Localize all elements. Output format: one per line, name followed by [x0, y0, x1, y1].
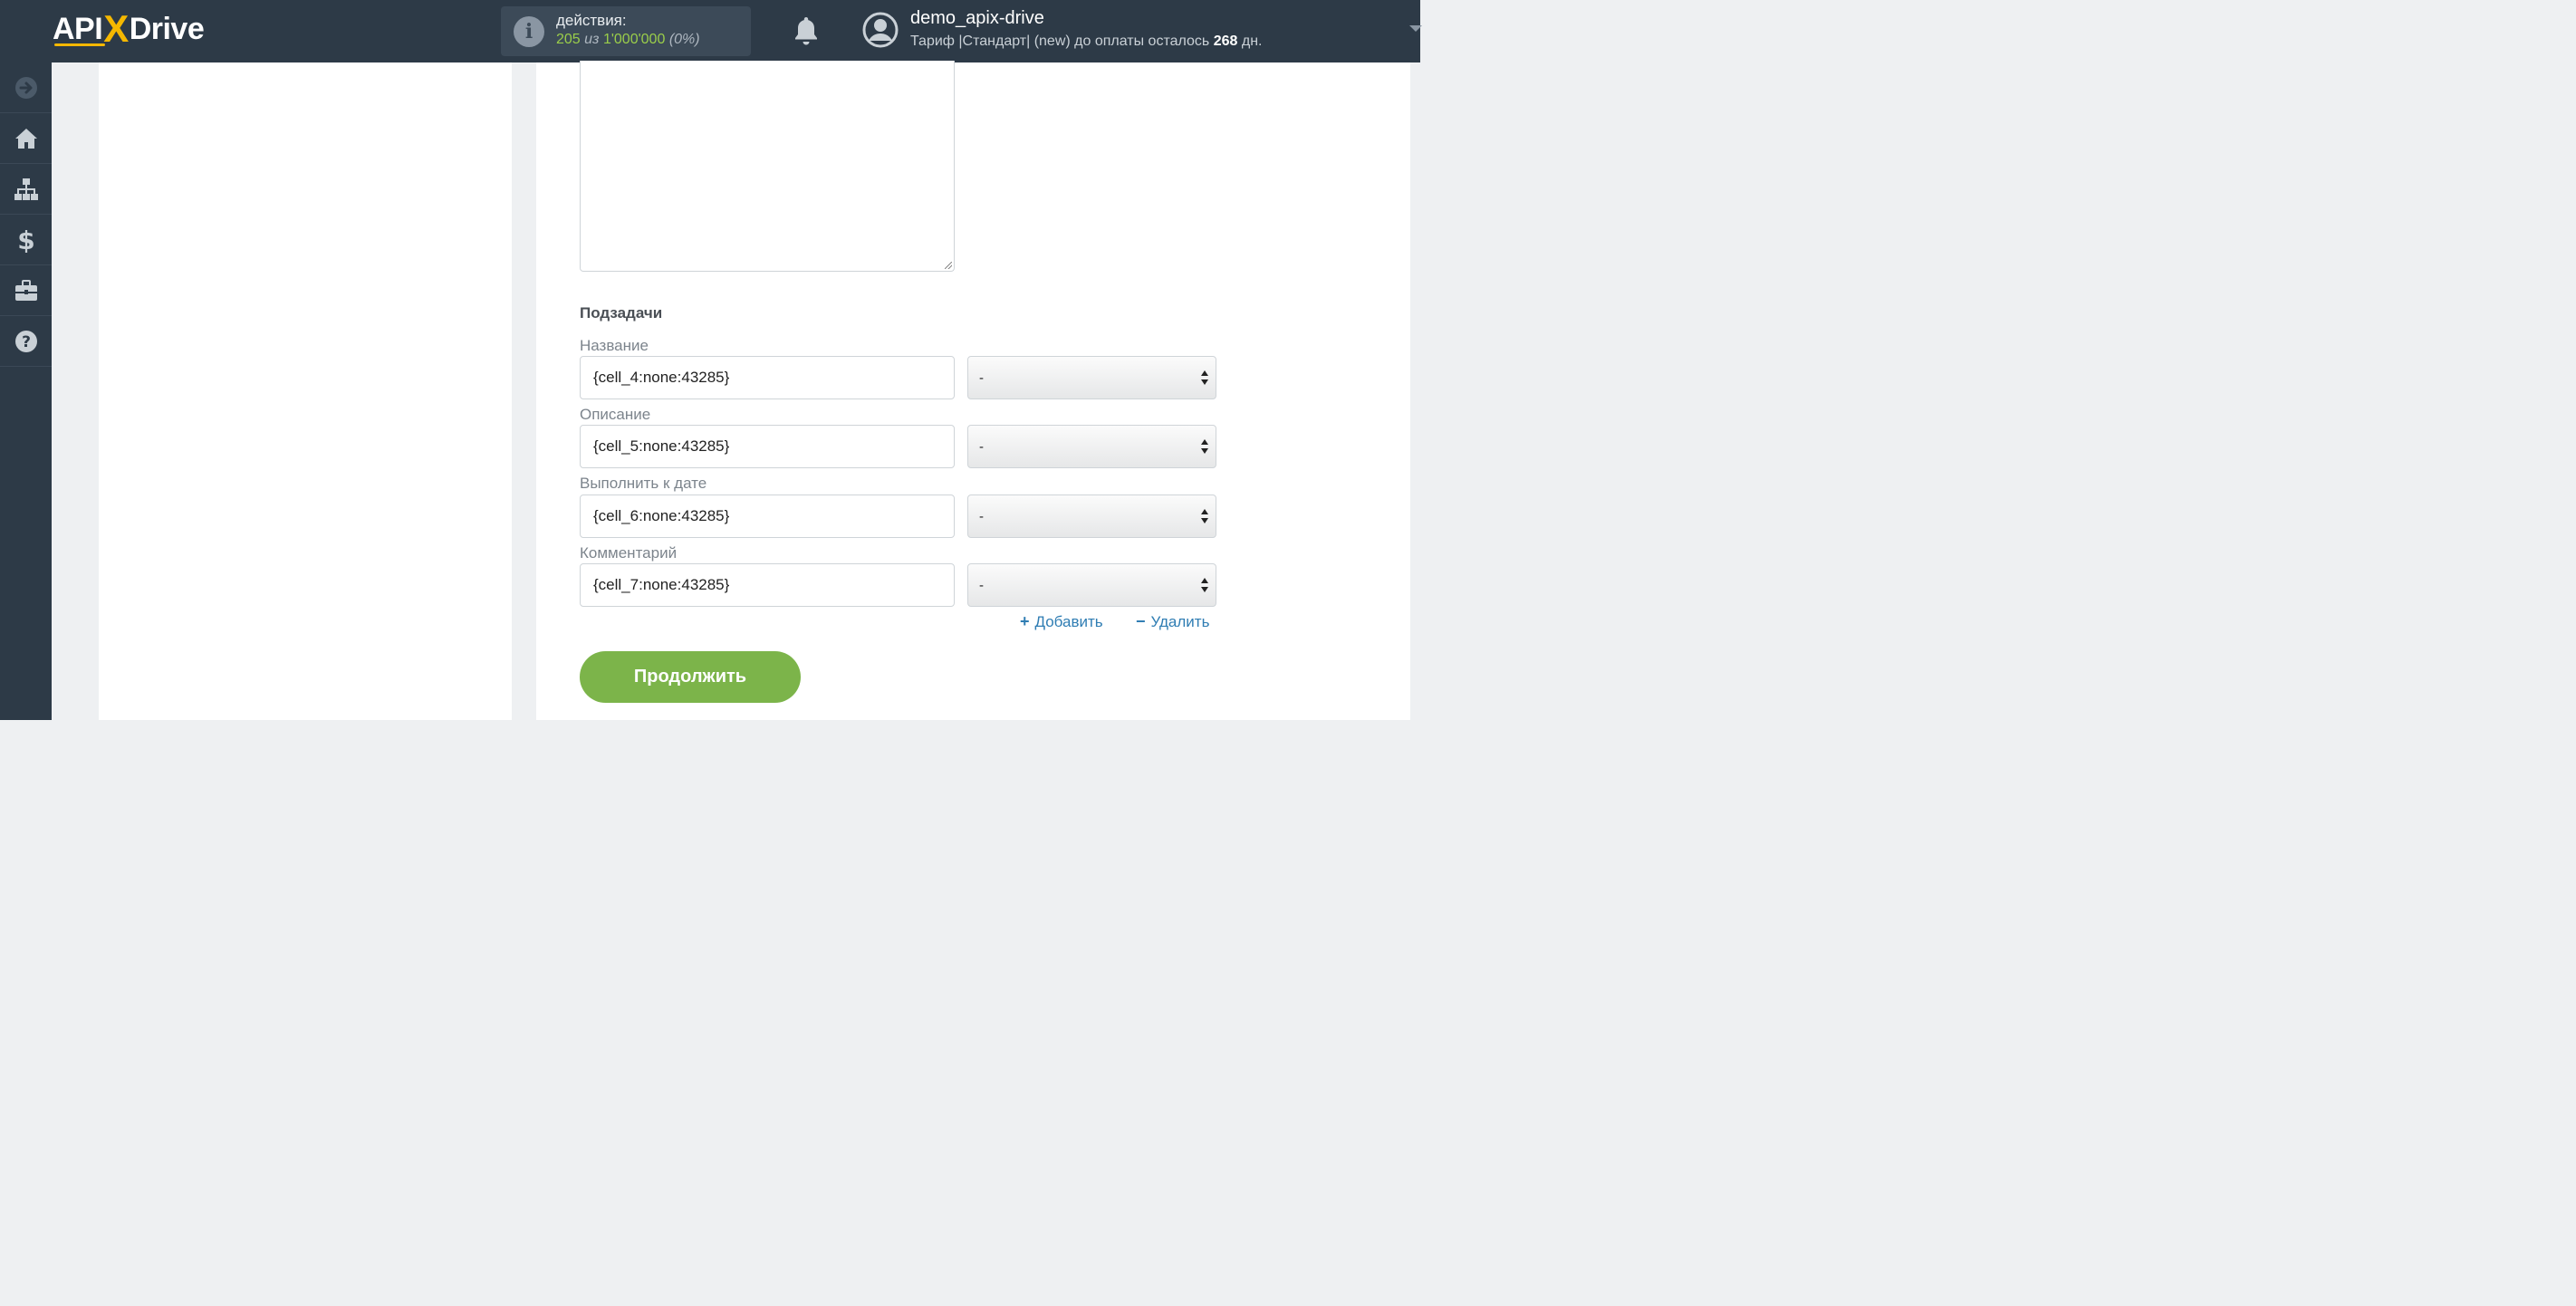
logo-text-x: X [103, 7, 129, 50]
field-input-due-date[interactable]: {cell_6:none:43285} [580, 495, 955, 538]
actions-percent: (0%) [668, 32, 700, 47]
logo-text-drive: Drive [129, 11, 205, 46]
select-arrows-icon [1201, 439, 1208, 454]
info-icon: i [514, 16, 544, 47]
field-input-description[interactable]: {cell_5:none:43285} [580, 425, 955, 468]
select-value: - [979, 577, 984, 593]
actions-label: действия: [556, 12, 627, 29]
actions-limit: 1'000'000 [602, 32, 666, 47]
field-label-description: Описание [580, 406, 651, 423]
field-label-due-date: Выполнить к дате [580, 475, 707, 492]
user-avatar-icon[interactable] [862, 12, 899, 48]
select-arrows-icon [1201, 578, 1208, 592]
resize-grip-icon[interactable] [945, 262, 952, 269]
home-icon [14, 128, 37, 149]
user-name[interactable]: demo_apix-drive [910, 8, 1044, 29]
sidebar: $ ? [0, 62, 52, 720]
sidebar-item-home[interactable] [0, 113, 52, 164]
description-textarea[interactable] [580, 61, 955, 272]
help-icon: ? [14, 330, 37, 352]
briefcase-icon [14, 279, 37, 301]
subtasks-title: Подзадачи [580, 304, 663, 322]
bell-icon[interactable] [792, 14, 821, 47]
logo-underline [54, 43, 105, 46]
plan-days-suffix: дн. [1241, 34, 1263, 49]
actions-of-text: из [584, 32, 600, 47]
actions-counter: i действия: 205 из 1'000'000 (0%) [501, 6, 751, 56]
remove-label: Удалить [1150, 612, 1210, 630]
remove-subtask-button[interactable]: − Удалить [1136, 612, 1209, 631]
top-bar: API X Drive i действия: 205 из 1'000'000 (… [0, 0, 1422, 62]
plus-icon: + [1020, 612, 1030, 630]
sidebar-item-collapse[interactable] [0, 62, 52, 113]
svg-text:$: $ [17, 227, 34, 253]
sidebar-item-services[interactable] [0, 265, 52, 316]
select-arrows-icon [1201, 509, 1208, 523]
plan-days: 268 [1213, 34, 1238, 49]
sidebar-item-connections[interactable] [0, 164, 52, 215]
minus-icon: − [1136, 612, 1146, 630]
sitemap-icon [14, 178, 38, 200]
field-select-description[interactable]: - [967, 425, 1216, 468]
field-select-due-date[interactable]: - [967, 495, 1216, 538]
continue-button[interactable]: Продолжить [580, 651, 801, 703]
main-panel: Подзадачи Название {cell_4:none:43285} -… [536, 61, 1410, 720]
actions-value: 205 из 1'000'000 (0%) [556, 32, 700, 48]
select-arrows-icon [1201, 370, 1208, 385]
chevron-down-icon[interactable] [1409, 25, 1422, 32]
field-label-comment: Комментарий [580, 544, 678, 562]
field-label-name: Название [580, 337, 649, 354]
arrow-right-circle-icon [14, 76, 37, 99]
plan-text: Тариф |Стандарт| (new) до оплаты осталос… [910, 34, 1210, 49]
actions-used: 205 [556, 32, 581, 47]
select-value: - [979, 438, 984, 455]
user-plan: Тариф |Стандарт| (new) до оплаты осталос… [910, 34, 1262, 50]
add-label: Добавить [1034, 612, 1103, 630]
field-select-comment[interactable]: - [967, 563, 1216, 607]
apixdrive-logo[interactable]: API X Drive [53, 7, 205, 50]
field-input-comment[interactable]: {cell_7:none:43285} [580, 563, 955, 607]
logo-text-api: API [53, 11, 103, 46]
add-subtask-button[interactable]: + Добавить [1020, 612, 1103, 631]
dollar-icon: $ [17, 227, 34, 253]
select-value: - [979, 508, 984, 524]
select-value: - [979, 370, 984, 386]
sidebar-item-help[interactable]: ? [0, 316, 52, 367]
svg-text:?: ? [22, 333, 31, 351]
sidebar-item-billing[interactable]: $ [0, 215, 52, 265]
left-panel [99, 62, 512, 720]
field-input-name[interactable]: {cell_4:none:43285} [580, 356, 955, 399]
field-select-name[interactable]: - [967, 356, 1216, 399]
